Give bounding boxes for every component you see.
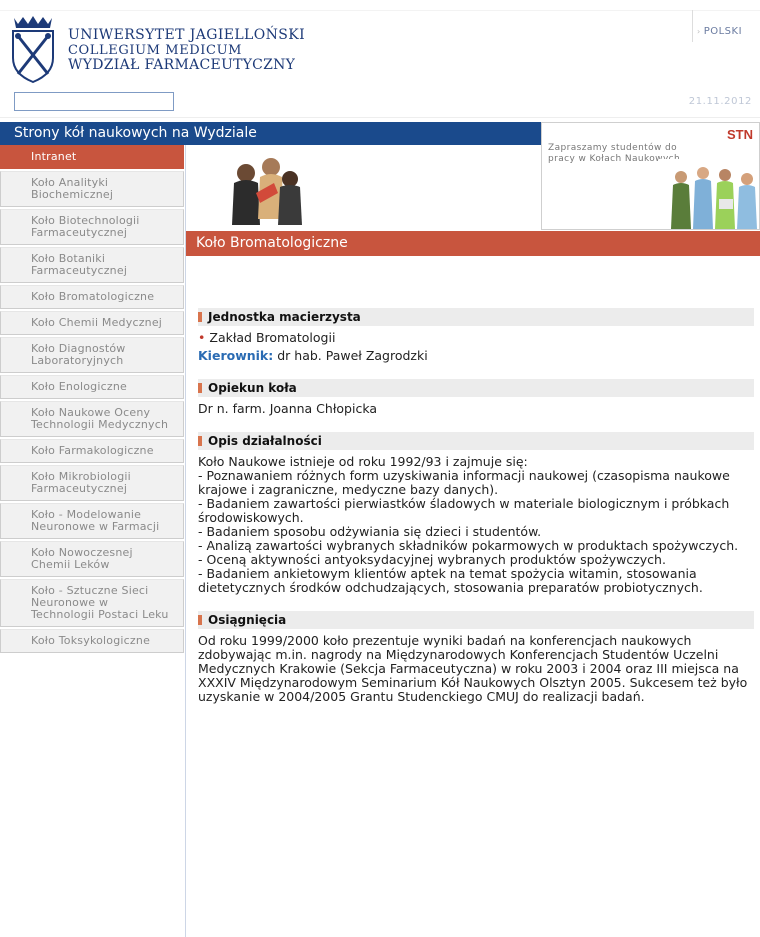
sidebar-item-mikrobiologii[interactable]: Koło Mikrobiologii Farmaceutycznej — [0, 465, 184, 501]
sidebar-divider — [185, 145, 186, 937]
section-opis: Opis działalności Koło Naukowe istnieje … — [198, 432, 754, 595]
language-link[interactable]: › POLSKI — [697, 26, 742, 37]
heading-opiekun: Opiekun koła — [198, 379, 754, 397]
heading-jednostka: Jednostka macierzysta — [198, 308, 754, 326]
section-osiagniecia: Osiągnięcia Od roku 1999/2000 koło preze… — [198, 611, 754, 704]
top-divider — [0, 10, 760, 11]
sidebar-item-oceny-technologii[interactable]: Koło Naukowe Oceny Technologii Medycznyc… — [0, 401, 184, 437]
sidebar-item-sztuczne-sieci[interactable]: Koło - Sztuczne Sieci Neuronowe w Techno… — [0, 579, 184, 627]
sidebar-item-diagnostow[interactable]: Koło Diagnostów Laboratoryjnych — [0, 337, 184, 373]
sidebar-item-biotechnologii[interactable]: Koło Biotechnologii Farmaceutycznej — [0, 209, 184, 245]
university-name: UNIWERSYTET JAGIELLOŃSKI COLLEGIUM MEDIC… — [68, 28, 305, 73]
section-jednostka: Jednostka macierzysta • Zakład Bromatolog… — [198, 308, 754, 363]
sidebar-nav: Intranet Koło Analityki Biochemicznej Ko… — [0, 145, 185, 655]
header-divider — [0, 117, 760, 118]
sidebar-item-botaniki[interactable]: Koło Botaniki Farmaceutycznej — [0, 247, 184, 283]
students-photo-icon — [659, 159, 759, 229]
main-content: Jednostka macierzysta • Zakład Bromatolog… — [198, 308, 754, 720]
kierownik-label: Kierownik: — [198, 348, 274, 363]
sidebar-item-toksykologiczne[interactable]: Koło Toksykologiczne — [0, 629, 184, 653]
university-name-line2: COLLEGIUM MEDICUM — [68, 43, 243, 58]
sidebar-item-farmakologiczne[interactable]: Koło Farmakologiczne — [0, 439, 184, 463]
unit-line: • Zakład Bromatologii — [198, 331, 754, 345]
opiekun-name: Dr n. farm. Joanna Chłopicka — [198, 401, 377, 416]
university-name-line3: WYDZIAŁ FARMACEUTYCZNY — [68, 57, 296, 73]
heading-osiagniecia: Osiągnięcia — [198, 611, 754, 629]
students-group-icon — [232, 158, 302, 225]
stn-label: STN — [727, 127, 753, 142]
search-input[interactable] — [14, 92, 174, 111]
opis-text: Koło Naukowe istnieje od roku 1992/93 i … — [198, 454, 739, 595]
kierownik-line: Kierownik: dr hab. Paweł Zagrodzki — [198, 349, 754, 363]
bullet-icon: • — [198, 330, 206, 345]
language-label: POLSKI — [703, 26, 743, 37]
unit-name[interactable]: Zakład Bromatologii — [209, 330, 335, 345]
page-title-bar: Strony kół naukowych na Wydziale — [0, 122, 541, 145]
current-date: 21.11.2012 — [688, 96, 752, 107]
section-opiekun: Opiekun koła Dr n. farm. Joanna Chłopick… — [198, 379, 754, 416]
university-name-line1: UNIWERSYTET JAGIELLOŃSKI — [68, 27, 306, 43]
language-divider — [692, 10, 693, 42]
heading-opis: Opis działalności — [198, 432, 754, 450]
sidebar-item-nowoczesnej-chemii[interactable]: Koło Nowoczesnej Chemii Leków — [0, 541, 184, 577]
crest-icon — [12, 16, 54, 84]
osiagniecia-text: Od roku 1999/2000 koło prezentuje wyniki… — [198, 633, 748, 704]
top-band — [0, 0, 760, 10]
sidebar-item-intranet[interactable]: Intranet — [0, 145, 184, 169]
kierownik-name: dr hab. Paweł Zagrodzki — [277, 348, 428, 363]
sidebar-item-chemii-medycznej[interactable]: Koło Chemii Medycznej — [0, 311, 184, 335]
sidebar-item-analityki[interactable]: Koło Analityki Biochemicznej — [0, 171, 184, 207]
arrow-icon: › — [697, 27, 701, 36]
sidebar-item-bromatologiczne[interactable]: Koło Bromatologiczne — [0, 285, 184, 309]
sidebar-item-modelowanie[interactable]: Koło - Modelowanie Neuronowe w Farmacji — [0, 503, 184, 539]
sidebar-item-enologiczne[interactable]: Koło Enologiczne — [0, 375, 184, 399]
stn-banner[interactable]: STN Zapraszamy studentów do pracy w Koła… — [541, 122, 760, 230]
section-title: Koło Bromatologiczne — [186, 231, 760, 256]
university-logo[interactable]: UNIWERSYTET JAGIELLOŃSKI COLLEGIUM MEDIC… — [8, 14, 318, 84]
hero-image — [186, 145, 541, 230]
